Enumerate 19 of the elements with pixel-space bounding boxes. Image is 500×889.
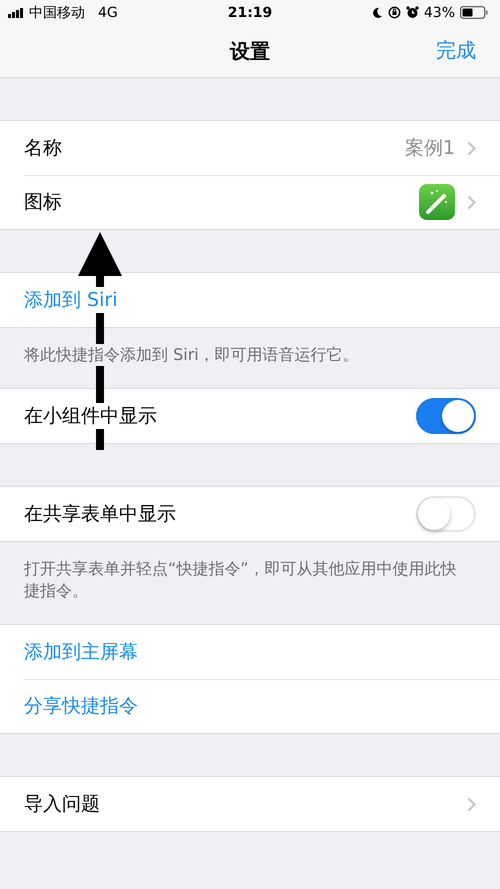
action-link[interactable]: 添加到 Siri	[24, 287, 118, 313]
magic-wand-icon[interactable]	[419, 184, 455, 220]
signal-icon	[8, 8, 24, 18]
nav-title: 设置	[230, 38, 270, 64]
row-value: 案例1	[404, 136, 455, 161]
moon-icon	[372, 6, 383, 18]
row-label: 在小组件中显示	[24, 403, 157, 429]
chevron-right-icon	[467, 796, 476, 812]
rotation-lock-icon	[388, 6, 401, 19]
battery-icon	[460, 6, 488, 19]
done-button[interactable]: 完成	[436, 37, 476, 64]
chevron-right-icon	[467, 194, 476, 210]
status-time: 21:19	[228, 4, 272, 20]
network-type: 4G	[98, 4, 118, 20]
battery-percent: 43%	[424, 4, 455, 20]
toggle-switch[interactable]	[416, 398, 476, 434]
alarm-icon	[406, 6, 419, 19]
carrier-name: 中国移动	[29, 4, 85, 22]
chevron-right-icon	[467, 140, 476, 156]
